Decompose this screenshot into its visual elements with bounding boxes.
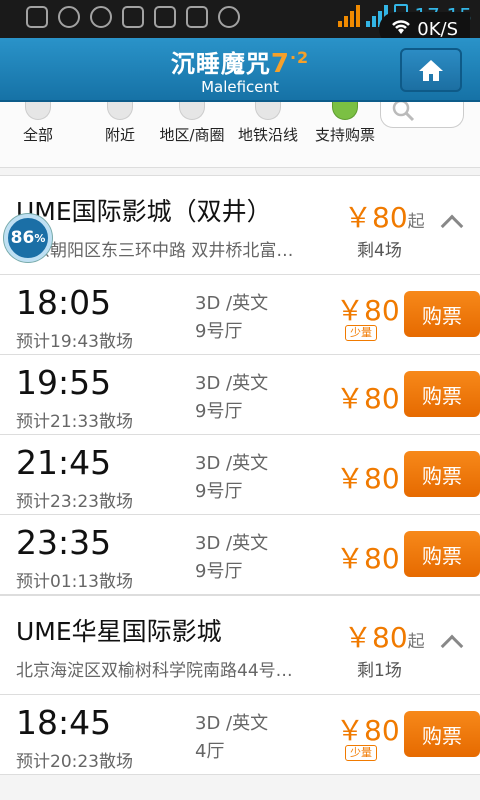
filter-indicator <box>25 102 51 120</box>
filter-label: 全部 <box>22 126 53 144</box>
show-price: ￥80 <box>336 462 400 495</box>
show-end-time: 预计19:43散场 <box>16 332 133 352</box>
add-icon <box>26 6 48 28</box>
header: 沉睡魔咒7·2 Maleficent <box>0 38 480 102</box>
filter-indicator <box>255 102 281 120</box>
filter-all[interactable]: 全部 <box>18 102 58 168</box>
buy-ticket-button[interactable]: 购票 <box>404 451 480 497</box>
showing-row: 18:05 预计19:43散场 3D /英文 9号厅 ￥80 少量 购票 <box>0 275 480 355</box>
home-button[interactable] <box>400 48 462 92</box>
search-icon <box>392 102 415 122</box>
show-format: 3D /英文 <box>195 713 269 734</box>
show-end-time: 预计23:23散场 <box>16 492 133 512</box>
cinema-row[interactable]: UME国际影城（双井） 北京朝阳区东三环中路 双井桥北富… ￥80起 剩4场 8… <box>0 175 480 275</box>
show-hall: 9号厅 <box>195 561 243 582</box>
chevron-up-icon[interactable] <box>440 634 464 658</box>
progress-overlay: 86% <box>4 214 52 262</box>
usb-icon <box>122 6 144 28</box>
net-speed: 0K/S <box>417 18 458 40</box>
buy-ticket-button[interactable]: 购票 <box>404 371 480 417</box>
cinema-price-suffix: 起 <box>407 632 425 652</box>
wifi-icon <box>391 19 411 40</box>
cinema-address: 北京海淀区双榆树科学院南路44号… <box>16 661 293 681</box>
show-time: 18:05 <box>16 283 112 322</box>
filter-label: 支持购票 <box>314 126 375 144</box>
cinema-row[interactable]: UME华星国际影城 北京海淀区双榆树科学院南路44号… ￥80起 剩1场 <box>0 595 480 695</box>
progress-value: 86 <box>10 228 35 248</box>
cinema-price: ￥80起 <box>344 196 425 236</box>
show-hall: 4厅 <box>195 741 225 762</box>
status-icons-left <box>26 6 240 28</box>
filter-bar: 全部 附近 地区/商圈 地铁沿线 支持购票 <box>0 102 480 168</box>
cinema-list: UME国际影城（双井） 北京朝阳区东三环中路 双井桥北富… ￥80起 剩4场 8… <box>0 175 480 775</box>
showing-row: 21:45 预计23:23散场 3D /英文 9号厅 ￥80 购票 <box>0 435 480 515</box>
show-time: 21:45 <box>16 443 112 482</box>
showing-row: 23:35 预计01:13散场 3D /英文 9号厅 ￥80 购票 <box>0 515 480 595</box>
chevron-up-icon[interactable] <box>440 214 464 238</box>
showing-row: 18:45 预计20:23散场 3D /英文 4厅 ￥80 少量 购票 <box>0 695 480 775</box>
few-seats-badge: 少量 <box>345 745 377 761</box>
buy-ticket-button[interactable]: 购票 <box>404 291 480 337</box>
filter-label: 地区/商圈 <box>159 126 225 144</box>
movie-rating-decimal: ·2 <box>289 48 310 67</box>
cinema-price-value: ￥80 <box>344 201 408 234</box>
cinema-name: UME国际影城（双井） <box>16 197 272 226</box>
show-price: ￥80 <box>336 542 400 575</box>
show-hall: 9号厅 <box>195 481 243 502</box>
filter-subway[interactable]: 地铁沿线 <box>234 102 302 168</box>
show-time: 18:45 <box>16 703 112 742</box>
cinema-address: 北京朝阳区东三环中路 双井桥北富… <box>16 241 294 261</box>
cinema-remaining: 剩4场 <box>357 241 402 261</box>
phone-icon <box>186 6 208 28</box>
buy-ticket-button[interactable]: 购票 <box>404 531 480 577</box>
cinema-price-suffix: 起 <box>407 212 425 232</box>
filter-indicator-active <box>332 102 358 120</box>
search-button[interactable] <box>380 102 464 128</box>
few-seats-badge: 少量 <box>345 325 377 341</box>
filter-indicator <box>179 102 205 120</box>
cinema-remaining: 剩1场 <box>357 661 402 681</box>
movie-title: 沉睡魔咒 <box>170 50 271 78</box>
show-format: 3D /英文 <box>195 453 269 474</box>
show-format: 3D /英文 <box>195 373 269 394</box>
cinema-name: UME华星国际影城 <box>16 617 222 646</box>
filter-district[interactable]: 地区/商圈 <box>154 102 230 168</box>
cinema-price: ￥80起 <box>344 616 425 656</box>
filter-label: 地铁沿线 <box>237 126 298 144</box>
showing-row: 19:55 预计21:33散场 3D /英文 9号厅 ￥80 购票 <box>0 355 480 435</box>
show-price: ￥80 <box>336 714 400 747</box>
android-icon <box>154 6 176 28</box>
filter-nearby[interactable]: 附近 <box>100 102 140 168</box>
shield-icon <box>58 6 80 28</box>
show-time: 23:35 <box>16 523 112 562</box>
100-icon <box>90 6 112 28</box>
show-hall: 9号厅 <box>195 321 243 342</box>
movie-rating: 7 <box>270 49 290 79</box>
show-price: ￥80 <box>336 382 400 415</box>
show-end-time: 预计01:13散场 <box>16 572 133 592</box>
cinema-price-value: ￥80 <box>344 621 408 654</box>
buy-ticket-button[interactable]: 购票 <box>404 711 480 757</box>
alarm-icon <box>218 6 240 28</box>
home-icon <box>419 60 443 81</box>
filter-label: 附近 <box>104 126 135 144</box>
show-hall: 9号厅 <box>195 401 243 422</box>
filter-ticketing[interactable]: 支持购票 <box>310 102 380 168</box>
signal-orange-icon <box>338 5 361 27</box>
show-time: 19:55 <box>16 363 112 402</box>
show-end-time: 预计20:23散场 <box>16 752 133 772</box>
show-end-time: 预计21:33散场 <box>16 412 133 432</box>
show-format: 3D /英文 <box>195 533 269 554</box>
progress-unit: % <box>34 231 46 245</box>
show-price: ￥80 <box>336 294 400 327</box>
status-bar: 17:15 0K/S <box>0 0 480 46</box>
filter-indicator <box>107 102 133 120</box>
show-format: 3D /英文 <box>195 293 269 314</box>
